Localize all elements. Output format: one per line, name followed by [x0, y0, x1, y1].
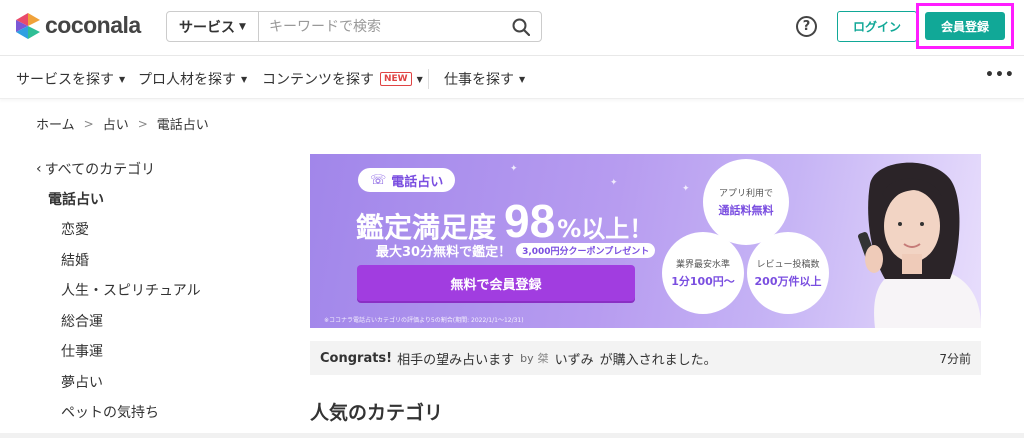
badge-line2: 200万件以上 [754, 275, 822, 288]
coconala-logo-icon [16, 12, 40, 39]
global-nav: サービスを探す ▼ プロ人材を探す ▼ コンテンツを探す NEW ▼ 仕事を探す… [0, 57, 1024, 99]
woman-on-phone-image [858, 162, 981, 328]
breadcrumb-home[interactable]: ホーム [36, 114, 75, 133]
more-menu-icon[interactable]: ••• [985, 67, 1015, 83]
badge-line1: アプリ利用で [718, 189, 773, 199]
chevron-down-icon: ▼ [241, 74, 248, 84]
headline-number: 98 [504, 195, 556, 247]
sidebar-item-general-luck[interactable]: 総合運 [61, 306, 256, 337]
banner-subtext: 最大30分無料で鑑定！ 3,000円分クーポンプレゼント [376, 241, 656, 260]
activity-prefix: Congrats! [320, 350, 393, 366]
badge-line1: 業界最安水準 [675, 260, 730, 270]
sub-text: 最大30分無料で鑑定！ [376, 245, 512, 260]
headline-suffix: %以上！ [557, 215, 654, 243]
login-button[interactable]: ログイン [837, 11, 917, 42]
purchase-activity-banner: Congrats! 相手の望み占います by 桀 いずみ が購入されました。 7… [310, 341, 981, 375]
breadcrumb-fortune[interactable]: 占い [103, 114, 129, 133]
activity-user-avatar: 桀 [537, 352, 549, 365]
sparkle-icon: ✦ [510, 164, 518, 174]
chevron-down-icon: ▼ [119, 74, 126, 84]
banner-headline: 鑑定満足度 98 %以上！ [356, 194, 653, 248]
activity-service-link[interactable]: 相手の望み占います [397, 349, 514, 368]
category-sidebar: ‹ すべてのカテゴリ 電話占い 恋愛 結婚 人生・スピリチュアル 総合運 仕事運… [36, 158, 256, 428]
chevron-down-icon: ▼ [519, 74, 526, 84]
chevron-left-icon: ‹ [36, 161, 42, 177]
sidebar-item-work-luck[interactable]: 仕事運 [61, 336, 256, 367]
badge-line2: 通話料無料 [718, 204, 774, 217]
search-bar: サービス ▼ [166, 11, 542, 42]
nav-item-label: コンテンツを探す [262, 72, 374, 88]
nav-item-label: サービスを探す [16, 72, 114, 88]
search-button[interactable] [501, 12, 541, 41]
sidebar-back-label: すべてのカテゴリ [44, 162, 156, 178]
new-badge: NEW [380, 72, 412, 86]
help-icon[interactable]: ? [796, 16, 817, 37]
activity-by: by [520, 351, 534, 365]
breadcrumb-separator-icon: > [83, 116, 94, 131]
badge-free-call: アプリ利用で 通話料無料 [703, 159, 789, 245]
logo-text: coconala [45, 12, 141, 38]
badge-reviews: レビュー投稿数 200万件以上 [747, 232, 829, 314]
site-header: coconala サービス ▼ ? ログイン 会員登録 [0, 0, 1024, 56]
search-category-label: サービス [179, 19, 236, 36]
breadcrumb-current: 電話占い [156, 118, 209, 133]
phone-icon: ☏ [370, 172, 387, 188]
sidebar-item-dream[interactable]: 夢占い [61, 367, 256, 398]
activity-user[interactable]: いずみ [555, 349, 594, 368]
popular-categories-title: 人気のカテゴリ [310, 402, 444, 424]
promo-banner[interactable]: ✦ ✦ ✦ ✦ ☏ 電話占い 鑑定満足度 98 %以上！ 最大30分無料で鑑定！… [310, 154, 981, 328]
search-category-select[interactable]: サービス ▼ [167, 12, 259, 41]
logo[interactable]: coconala [16, 12, 141, 39]
sidebar-item-pet[interactable]: ペットの気持ち [61, 397, 256, 428]
nav-item-find-pros[interactable]: プロ人材を探す ▼ [138, 69, 247, 89]
badge-lowest-price: 業界最安水準 1分100円〜 [662, 232, 744, 314]
coupon-badge: 3,000円分クーポンプレゼント [516, 243, 656, 258]
nav-item-label: 仕事を探す [444, 72, 514, 88]
search-input[interactable] [259, 12, 501, 41]
register-highlight: 会員登録 [916, 3, 1014, 49]
nav-item-find-jobs[interactable]: 仕事を探す ▼ [444, 69, 525, 89]
sidebar-item-love[interactable]: 恋愛 [61, 214, 256, 245]
banner-footnote: ※ココナラ電話占いカテゴリの評価より5の割合(期間: 2022/1/1〜12/3… [324, 317, 524, 324]
badge-line2: 1分100円〜 [671, 275, 735, 288]
nav-item-find-services[interactable]: サービスを探す ▼ [16, 69, 125, 89]
nav-item-find-contents[interactable]: コンテンツを探す NEW ▼ [262, 69, 423, 89]
phone-fortune-tag: ☏ 電話占い [358, 168, 456, 192]
activity-time: 7分前 [939, 351, 971, 366]
headline-text: 鑑定満足度 [356, 211, 497, 244]
chevron-down-icon: ▼ [416, 74, 423, 84]
sidebar-back-link[interactable]: ‹ すべてのカテゴリ [36, 158, 256, 180]
banner-register-button[interactable]: 無料で会員登録 [357, 265, 635, 301]
badge-line1: レビュー投稿数 [756, 260, 820, 270]
sidebar-item-spiritual[interactable]: 人生・スピリチュアル [61, 275, 256, 306]
phone-fortune-tag-label: 電話占い [391, 174, 444, 190]
sparkle-icon: ✦ [682, 184, 690, 194]
sidebar-current-category: 電話占い [48, 192, 104, 208]
search-icon [512, 18, 530, 36]
sparkle-icon: ✦ [610, 178, 618, 188]
nav-item-label: プロ人材を探す [138, 72, 236, 88]
sidebar-item-marriage[interactable]: 結婚 [61, 245, 256, 276]
activity-suffix: が購入されました。 [599, 352, 717, 368]
nav-divider [428, 69, 429, 89]
breadcrumb: ホーム > 占い > 電話占い [36, 114, 209, 134]
register-button[interactable]: 会員登録 [925, 12, 1005, 40]
chevron-down-icon: ▼ [239, 21, 246, 32]
page-bottom-divider [0, 433, 1024, 438]
breadcrumb-separator-icon: > [137, 116, 148, 131]
